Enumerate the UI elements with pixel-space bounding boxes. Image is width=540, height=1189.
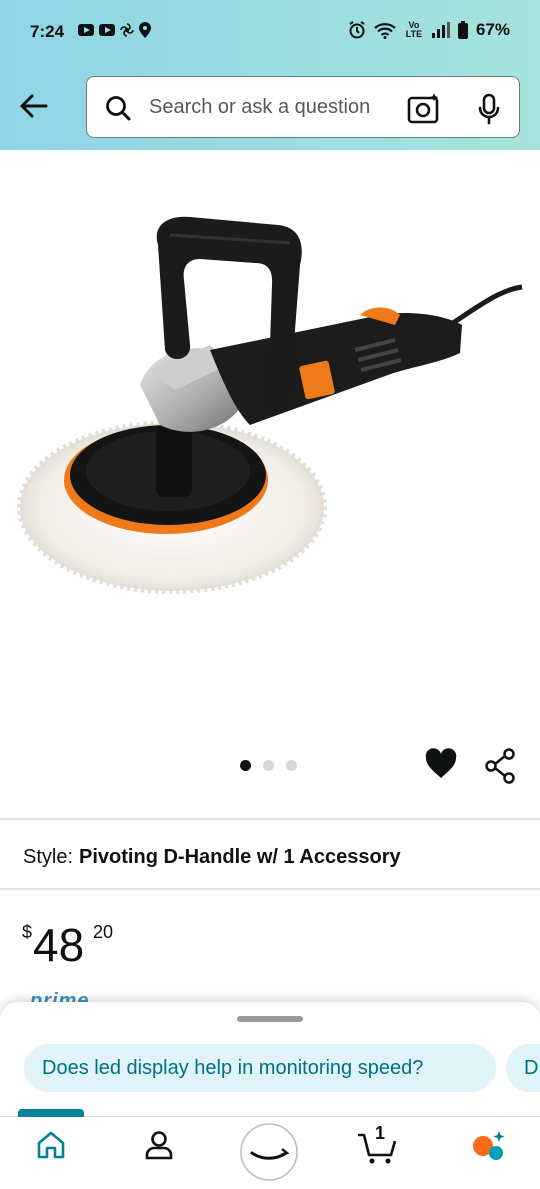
youtube-icon (99, 24, 115, 36)
suggestion-chip[interactable]: D (506, 1044, 540, 1092)
fan-icon (120, 23, 134, 37)
cart-count: 1 (375, 1123, 386, 1143)
battery-icon (457, 21, 468, 39)
battery-percent: 67% (475, 20, 510, 39)
microphone-icon[interactable] (477, 93, 501, 125)
network-label: Vo LTE (405, 20, 423, 39)
cart-button[interactable]: 1 (356, 1123, 400, 1165)
search-input[interactable]: Search or ask a question (149, 96, 370, 119)
bottom-nav: 1 (0, 1109, 540, 1189)
home-icon[interactable] (35, 1129, 67, 1161)
divider (0, 818, 540, 820)
style-selector[interactable]: Style: Pivoting D-Handle w/ 1 Accessory (23, 846, 401, 869)
rufus-icon[interactable] (470, 1129, 506, 1163)
back-arrow-icon[interactable] (16, 88, 52, 124)
profile-icon[interactable] (143, 1129, 175, 1161)
signal-icon (431, 22, 450, 38)
carousel-dot-2[interactable] (263, 760, 274, 771)
system-icons: Vo LTE 67% (348, 20, 510, 40)
location-icon (139, 22, 151, 38)
style-label: Style: (23, 846, 74, 868)
heart-icon[interactable] (424, 748, 458, 780)
sheet-handle[interactable] (237, 1016, 303, 1022)
alarm-icon (349, 21, 365, 39)
active-tab-indicator (18, 1109, 84, 1117)
divider (0, 888, 540, 890)
wifi-icon (374, 22, 396, 39)
share-icon[interactable] (485, 748, 517, 784)
product-image[interactable] (0, 175, 540, 615)
search-icon (106, 96, 131, 121)
youtube-icon (78, 24, 94, 36)
price-whole: 48 (33, 919, 85, 971)
price-currency: $ (22, 922, 33, 942)
status-bar: 7:24 Vo LTE 67% (0, 0, 540, 64)
camera-lens-icon[interactable] (407, 92, 441, 124)
style-value: Pivoting D-Handle w/ 1 Accessory (79, 846, 401, 868)
carousel-dot-3[interactable] (286, 760, 297, 771)
menu-smile-icon[interactable] (238, 1121, 300, 1183)
search-bar[interactable]: Search or ask a question (86, 76, 520, 138)
carousel-dot-1[interactable] (240, 760, 251, 771)
price-fraction: 20 (93, 922, 114, 942)
suggestion-chip[interactable]: Does led display help in monitoring spee… (24, 1044, 496, 1092)
carousel-dots[interactable] (240, 760, 297, 771)
status-time: 7:24 (30, 22, 65, 41)
notification-icons (78, 22, 151, 38)
